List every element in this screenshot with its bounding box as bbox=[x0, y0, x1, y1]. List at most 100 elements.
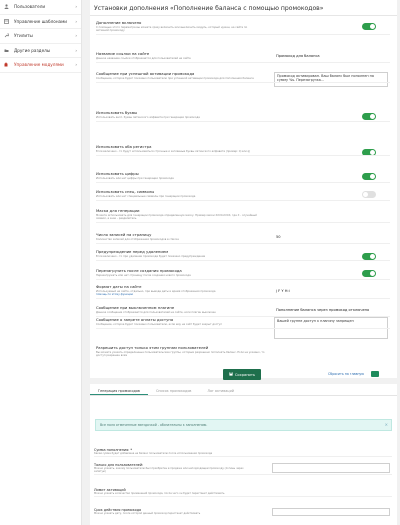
help-link[interactable]: помощь по этому функцию bbox=[96, 293, 390, 296]
sidebar-item-label: Утилиты bbox=[14, 33, 33, 39]
letters-toggle[interactable] bbox=[362, 113, 376, 120]
setting-row-disabled-message: Сообщение при выключенном плагине Данное… bbox=[96, 305, 390, 317]
field-row-expiry: Срок действия промокода Можно указать да… bbox=[94, 508, 392, 516]
setting-row-digits: Использовать цифры Использовать или нет … bbox=[96, 171, 390, 183]
tab-list[interactable]: Список промокодов bbox=[148, 387, 199, 395]
setting-row-both-case: Использовать оба регистра Если включено … bbox=[96, 144, 390, 156]
setting-description: Количество записей для отображения промо… bbox=[96, 237, 179, 241]
setting-description: Если включено - то будут использоваться … bbox=[96, 149, 251, 153]
setting-description: Использовать англ. буквы латинского алфа… bbox=[96, 115, 200, 119]
divider bbox=[96, 34, 390, 35]
date-format-input[interactable]: j F Y H:i bbox=[276, 289, 290, 293]
setting-description: Использовать или нет цифры при генерации… bbox=[96, 176, 174, 180]
chevron-right-icon: › bbox=[75, 47, 77, 53]
divider bbox=[90, 15, 397, 16]
sidebar-item-other[interactable]: Другие разделы › bbox=[0, 44, 81, 58]
tab-log[interactable]: Лог активаций bbox=[199, 387, 242, 395]
setting-description: Сообщение, которое будет показано пользо… bbox=[96, 322, 222, 326]
divider bbox=[96, 120, 390, 122]
divider bbox=[94, 456, 392, 457]
divider bbox=[96, 222, 390, 223]
setting-description: Данное сообщение отображается для пользо… bbox=[96, 310, 216, 314]
folder-icon bbox=[4, 48, 9, 53]
setting-row-per-page: Число записей на страницу Количество зап… bbox=[96, 232, 390, 244]
disabled-message-input[interactable]: Пополнение баланса через промокод отключ… bbox=[276, 308, 369, 312]
close-icon[interactable]: × bbox=[385, 422, 388, 427]
chevron-right-icon: › bbox=[75, 18, 77, 24]
sidebar-item-label: Управление модулями bbox=[14, 62, 64, 68]
divider bbox=[96, 327, 390, 329]
setting-row-mask: Маска для генерации Можете использовать … bbox=[96, 208, 390, 223]
divider bbox=[96, 242, 390, 244]
users-input[interactable] bbox=[272, 463, 390, 473]
divider bbox=[96, 297, 390, 299]
save-button-label: Сохранить bbox=[234, 372, 256, 377]
divider bbox=[96, 259, 390, 261]
setting-description: Использовать или нет специальные символы… bbox=[96, 194, 196, 198]
setting-description: Данное название ссылки отображается для … bbox=[96, 56, 191, 60]
field-description: Можно указать, какому пользователю был п… bbox=[94, 467, 244, 473]
sidebar: Пользователи › Управление шаблонами › Ут… bbox=[0, 0, 82, 525]
divider bbox=[96, 278, 390, 280]
digits-toggle[interactable] bbox=[362, 173, 376, 180]
enabled-toggle[interactable] bbox=[362, 23, 376, 30]
chevron-right-icon: › bbox=[75, 4, 77, 10]
setting-row-delete-warning: Предупреждение перед удалением Если вклю… bbox=[96, 249, 390, 261]
puzzle-icon bbox=[4, 62, 9, 67]
setting-description: Если включено - то при удалении промокод… bbox=[96, 254, 206, 258]
setting-row-link-name: Название ссылки на сайте Данное название… bbox=[96, 51, 390, 63]
per-page-input[interactable]: 50 bbox=[276, 235, 281, 239]
sidebar-item-users[interactable]: Пользователи › bbox=[0, 0, 81, 15]
sidebar-item-label: Другие разделы bbox=[14, 47, 51, 53]
setting-description: Сообщение, которое будет показано пользо… bbox=[96, 76, 254, 80]
setting-description: С помощью этого параметра вы можете сраз… bbox=[96, 25, 248, 32]
special-symbols-toggle[interactable] bbox=[362, 191, 376, 198]
setting-row-letters: Использовать буквы Использовать англ. бу… bbox=[96, 110, 390, 122]
setting-row-deny-message: Сообщение о запрете оплаты доступа Сообщ… bbox=[96, 317, 390, 339]
setting-row-allowed-groups: Разрешить доступ только этим группам пол… bbox=[96, 345, 390, 357]
field-row-amount: Сумма пополнения: * Какая сумма будет до… bbox=[94, 448, 392, 457]
setting-row-special-symbols: Использовать спец. символы Использовать … bbox=[96, 189, 390, 201]
notice-text: Все поля отмеченные звездочкой - обязате… bbox=[100, 423, 208, 427]
divider bbox=[96, 61, 390, 63]
field-row-activation-limit: Лимит активаций Можно указать количество… bbox=[94, 488, 392, 497]
sidebar-item-label: Управление шаблонами bbox=[14, 18, 68, 24]
success-message-textarea[interactable]: Промокод активирован. Ваш баланс был поп… bbox=[274, 72, 388, 87]
sidebar-item-label: Пользователи bbox=[14, 4, 46, 10]
page-title: Установки дополнения «Пополнение баланса… bbox=[94, 5, 324, 12]
sidebar-item-utilities[interactable]: Утилиты › bbox=[0, 29, 81, 44]
sidebar-item-modules[interactable]: Управление модулями › bbox=[0, 58, 81, 73]
field-row-users: Только для пользователей: Можно указать,… bbox=[94, 463, 392, 475]
expiry-input[interactable] bbox=[272, 508, 390, 516]
reload-toggle[interactable] bbox=[362, 270, 376, 277]
setting-row-enabled: Дополнение включено С помощью этого пара… bbox=[96, 20, 390, 35]
divider bbox=[94, 474, 392, 475]
user-icon bbox=[4, 4, 9, 10]
settings-panel: Установки дополнения «Пополнение баланса… bbox=[90, 0, 397, 380]
link-name-input[interactable]: Промокод для баланса bbox=[276, 54, 320, 58]
template-icon bbox=[4, 18, 9, 24]
setting-description: Перезагружать или нет страницу после соз… bbox=[96, 273, 191, 277]
tab-generate[interactable]: Генерация промокодов bbox=[90, 387, 148, 395]
chevron-right-icon: › bbox=[75, 62, 77, 68]
reset-link[interactable]: Сбросить на главную bbox=[328, 372, 364, 376]
save-button[interactable]: Сохранить bbox=[223, 369, 261, 380]
field-description: Какая сумма будет добавлена на баланс по… bbox=[94, 452, 213, 455]
setting-row-date-format: Формат даты на сайте Используемый на сай… bbox=[96, 284, 390, 299]
setting-description: Можете использовать для генерации промок… bbox=[96, 213, 257, 220]
divider bbox=[96, 181, 390, 183]
setting-row-success-message: Сообщение при успешной активации промоко… bbox=[96, 71, 390, 87]
save-icon bbox=[229, 372, 233, 377]
reset-icon[interactable] bbox=[371, 371, 379, 377]
wrench-icon bbox=[4, 33, 10, 38]
sidebar-item-templates[interactable]: Управление шаблонами › bbox=[0, 15, 81, 29]
chevron-right-icon: › bbox=[75, 33, 77, 39]
field-description: Можно указать дату, после которой данный… bbox=[94, 512, 201, 515]
required-fields-notice: Все поля отмеченные звездочкой - обязате… bbox=[95, 419, 392, 431]
divider bbox=[96, 81, 390, 83]
field-description: Можно указать количество применений пром… bbox=[94, 492, 225, 495]
promocode-panel: Генерация промокодов Список промокодов Л… bbox=[90, 384, 397, 525]
divider bbox=[96, 154, 390, 156]
tab-bar: Генерация промокодов Список промокодов Л… bbox=[90, 387, 397, 396]
divider bbox=[94, 496, 392, 497]
